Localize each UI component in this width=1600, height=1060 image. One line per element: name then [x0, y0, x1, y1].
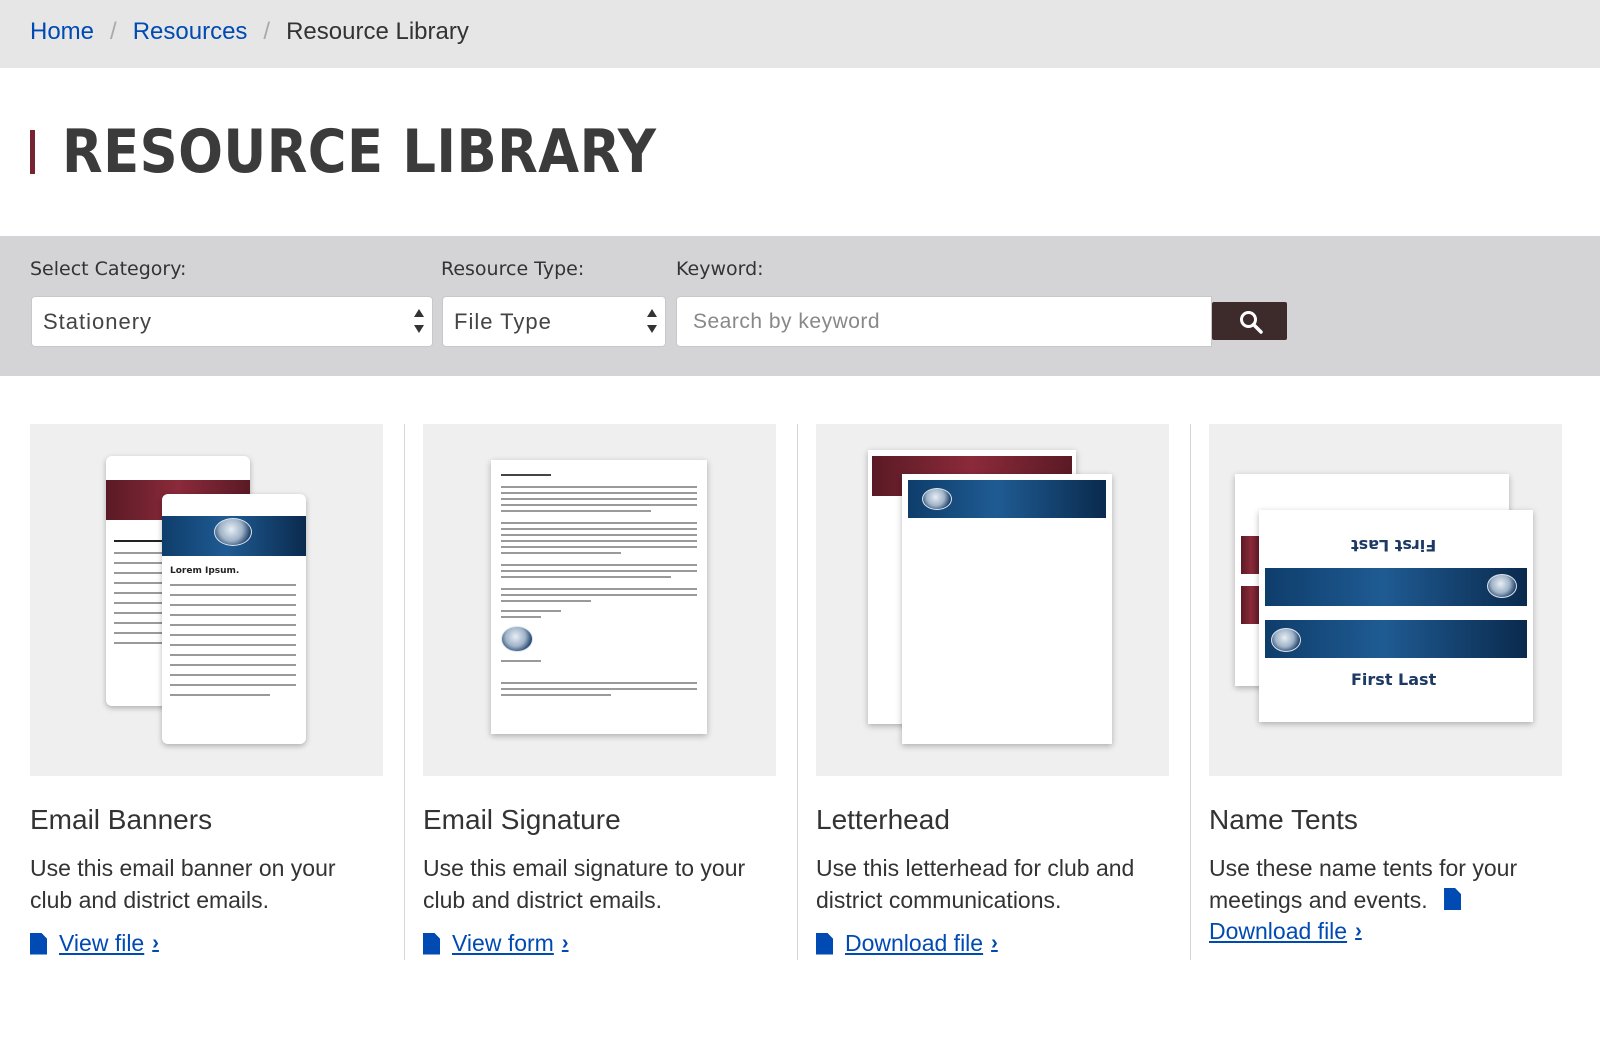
tent-name-upside-down: First Last	[1351, 536, 1437, 555]
card-title: Email Signature	[423, 804, 621, 835]
select-arrows-icon	[647, 309, 657, 333]
card-description-text: Use these name tents for your meetings a…	[1209, 855, 1518, 913]
select-arrows-icon	[414, 309, 424, 333]
link-label: View form	[452, 930, 554, 956]
resource-card-letterhead: Letterhead Use this letterhead for club …	[816, 424, 1169, 957]
card-title: Letterhead	[816, 804, 950, 835]
view-form-link[interactable]: View form ›	[423, 930, 776, 957]
file-icon	[1444, 888, 1462, 910]
title-accent-bar	[30, 130, 35, 174]
breadcrumb: Home / Resources / Resource Library	[30, 18, 469, 46]
search-icon	[1240, 311, 1263, 334]
search-button[interactable]	[1212, 302, 1287, 340]
keyword-label: Keyword:	[676, 258, 764, 280]
page-title-wrap: RESOURCE LIBRARY	[30, 117, 738, 187]
chevron-right-icon: ›	[991, 932, 998, 954]
chevron-right-icon: ›	[561, 932, 569, 954]
card-description: Use this email banner on your club and d…	[30, 855, 336, 913]
card-divider	[404, 424, 405, 960]
card-title: Email Banners	[30, 804, 213, 835]
resource-card-email-signature: Email Signature Use this email signature…	[423, 424, 776, 957]
card-description: Use this email signature to your club an…	[423, 855, 746, 913]
breadcrumb-home-link[interactable]: Home	[30, 18, 94, 46]
download-file-link[interactable]: Download file ›	[816, 930, 1169, 957]
chevron-right-icon: ›	[1355, 920, 1362, 942]
breadcrumb-resources-link[interactable]: Resources	[133, 18, 248, 46]
file-icon	[30, 932, 47, 955]
link-label: Download file	[845, 930, 984, 956]
category-label: Select Category:	[30, 258, 187, 280]
breadcrumb-separator: /	[110, 18, 117, 45]
page-title: RESOURCE LIBRARY	[62, 117, 657, 187]
resource-type-select-value: File Type	[454, 309, 552, 334]
name-tents-thumbnail: First Last First Last	[1209, 424, 1562, 776]
email-banners-thumbnail: Lorem Ipsum.	[30, 424, 383, 776]
link-label: Download file	[1209, 918, 1348, 944]
resource-type-label: Resource Type:	[441, 258, 585, 280]
breadcrumb-bar: Home / Resources / Resource Library	[0, 0, 1600, 68]
keyword-search-input[interactable]: Search by keyword	[676, 296, 1212, 347]
resource-type-select[interactable]: File Type	[442, 296, 666, 347]
card-description: Use these name tents for your meetings a…	[1209, 852, 1562, 916]
breadcrumb-current: Resource Library	[286, 18, 469, 45]
resource-card-name-tents: First Last First Last Name Tents Use the…	[1209, 424, 1562, 945]
email-signature-thumbnail	[423, 424, 776, 776]
breadcrumb-separator: /	[263, 18, 271, 45]
email-lorem-heading: Lorem Ipsum.	[170, 566, 240, 576]
card-description: Use this letterhead for club and distric…	[816, 855, 1135, 913]
letterhead-thumbnail	[816, 424, 1169, 776]
file-icon	[816, 932, 833, 955]
download-file-link[interactable]: Download file ›	[1209, 918, 1562, 945]
category-select[interactable]: Stationery	[31, 296, 433, 347]
category-select-value: Stationery	[43, 309, 153, 334]
link-label: View file	[59, 930, 145, 956]
view-file-link[interactable]: View file ›	[30, 930, 383, 957]
keyword-search-placeholder: Search by keyword	[693, 310, 881, 333]
resource-card-email-banners: Lorem Ipsum. Email Banners Use this emai…	[30, 424, 383, 957]
tent-name: First Last	[1351, 670, 1437, 689]
card-divider	[797, 424, 798, 960]
file-icon	[423, 932, 440, 955]
chevron-right-icon: ›	[152, 932, 159, 954]
filter-bar: Select Category: Stationery Resource Typ…	[0, 236, 1600, 376]
card-title: Name Tents	[1209, 804, 1358, 835]
card-divider	[1190, 424, 1191, 960]
